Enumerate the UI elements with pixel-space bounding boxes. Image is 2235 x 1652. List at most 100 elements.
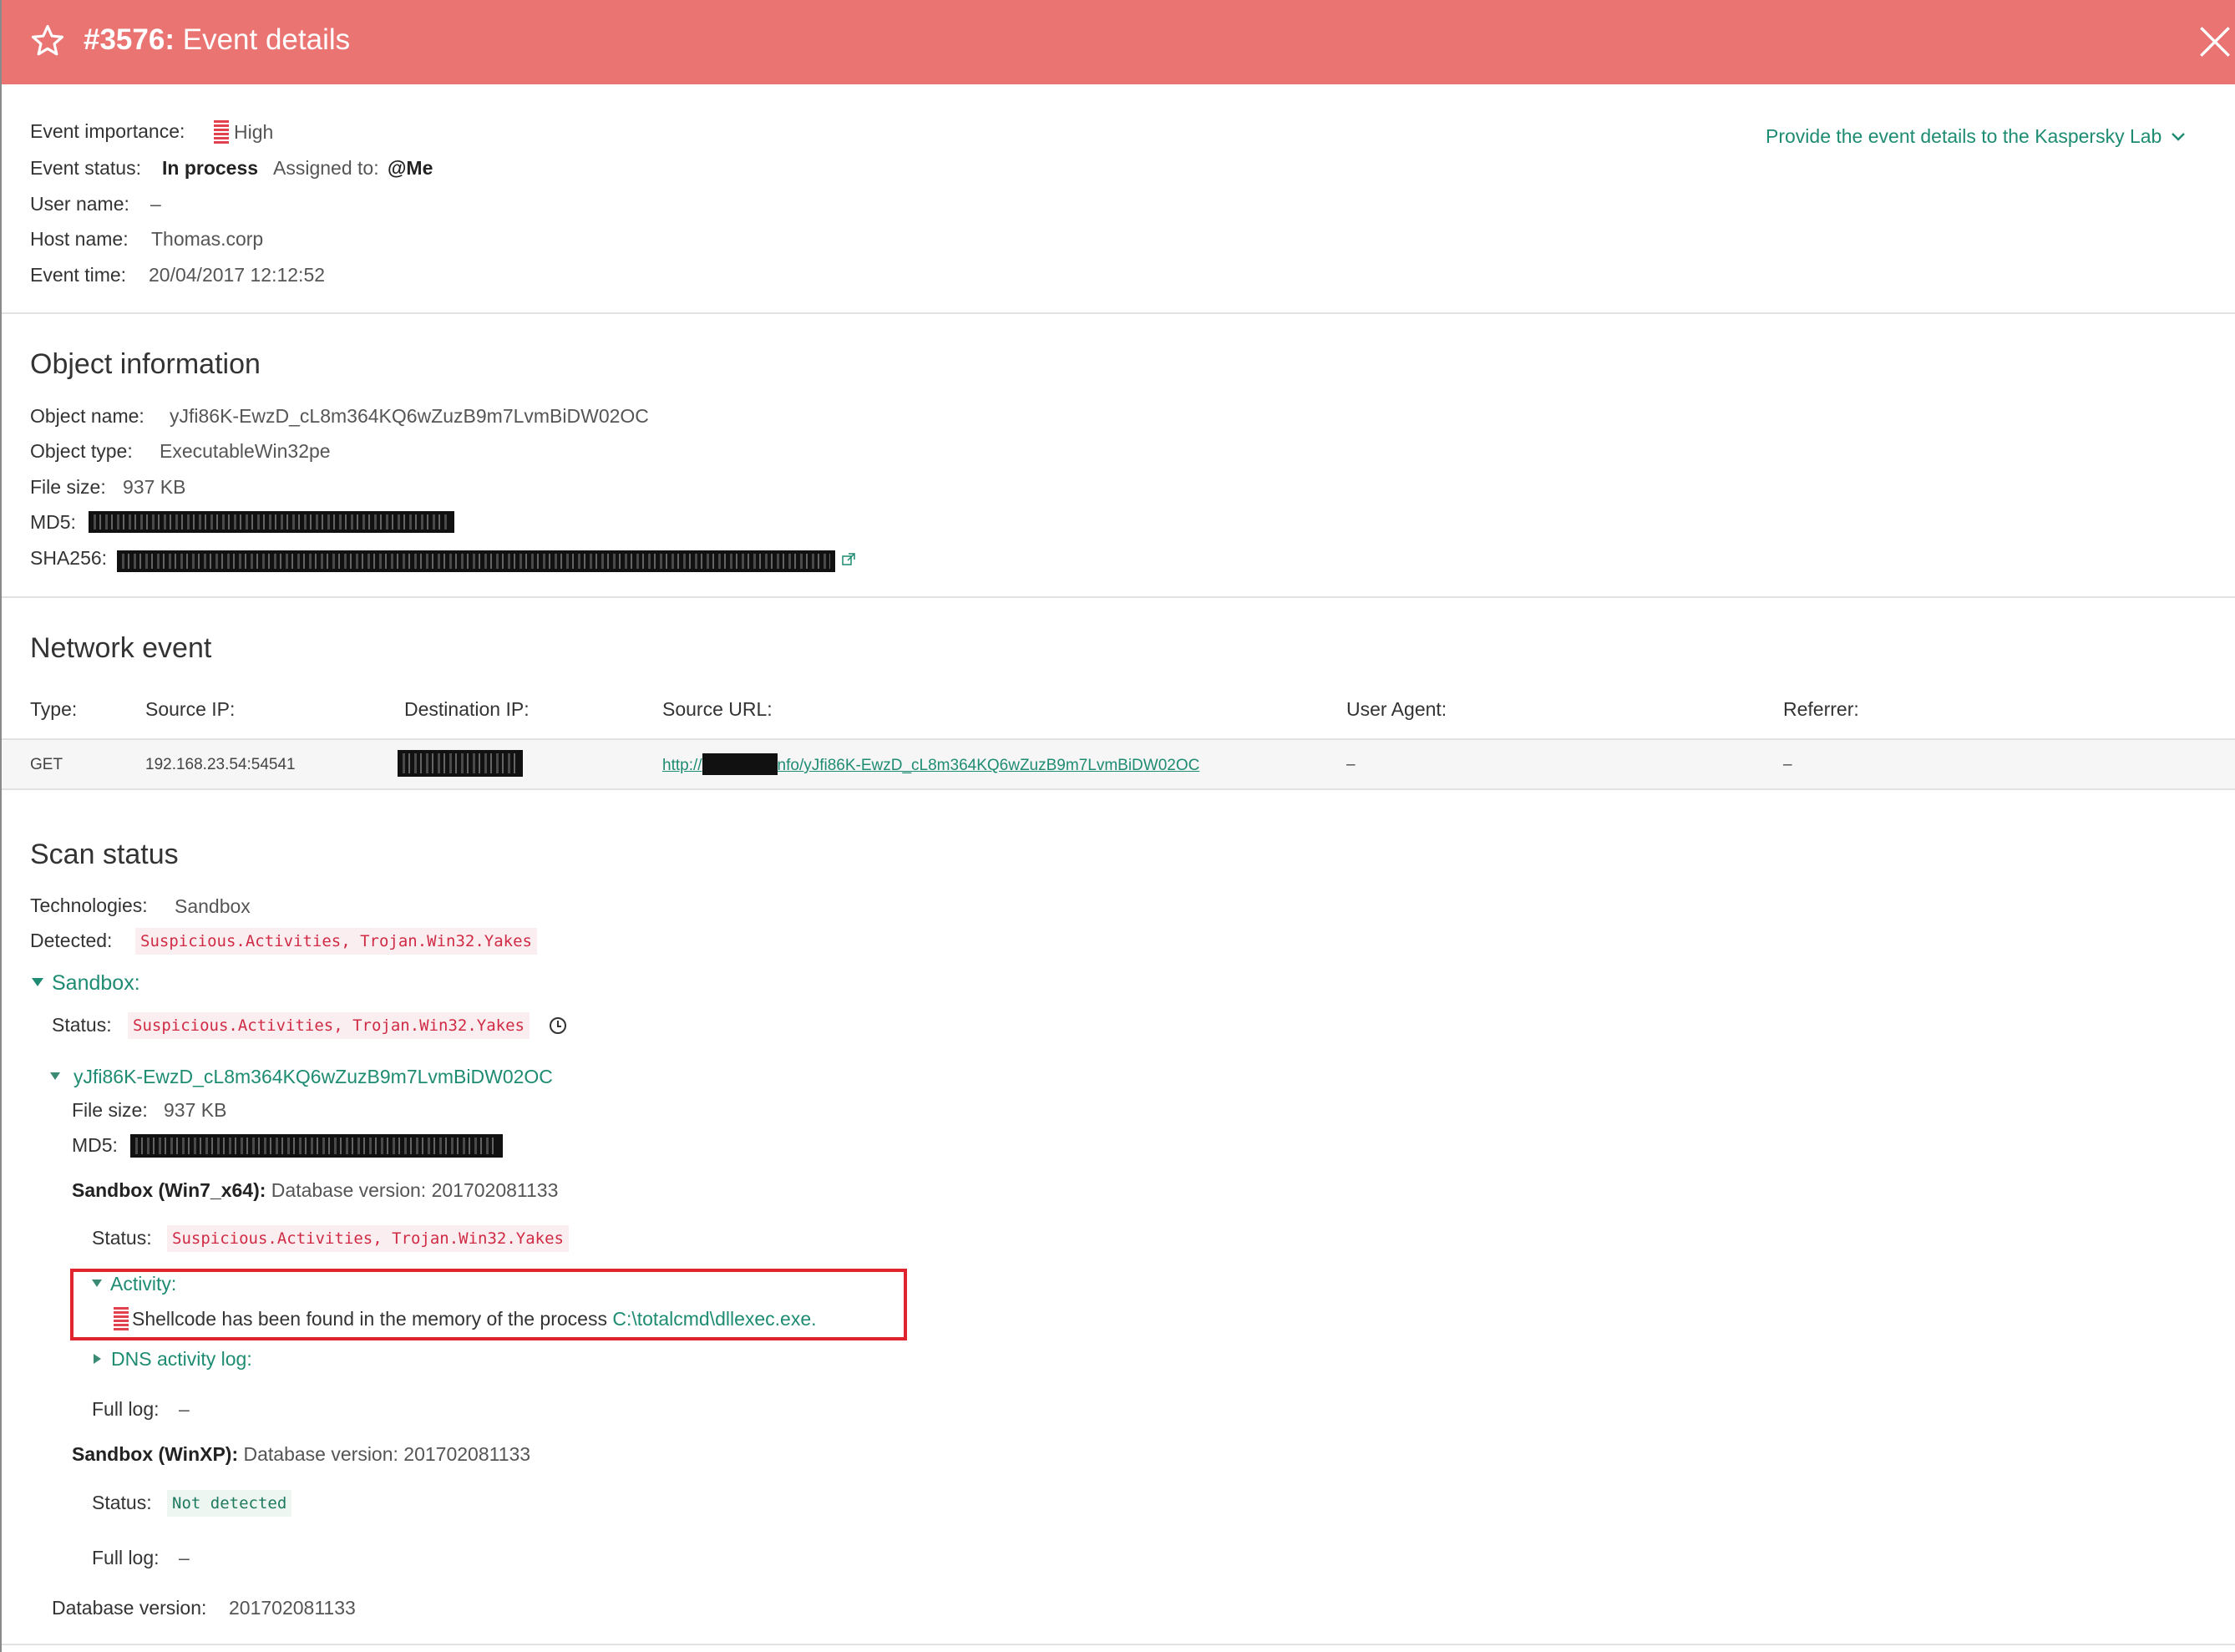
file-node-name: yJfi86K-EwzD_cL8m364KQ6wZuzB9m7LvmBiDW02… (73, 1066, 553, 1087)
win7-status-badge: Suspicious.Activities, Trojan.Win32.Yake… (167, 1225, 569, 1252)
external-link-icon[interactable] (842, 553, 855, 566)
column-header-destination-ip: Destination IP: (404, 698, 530, 720)
column-header-type: Type: (30, 698, 78, 720)
event-number: #3576: (84, 23, 175, 56)
url-suffix: nfo/yJfi86K-EwzD_cL8m364KQ6wZuzB9m7LvmBi… (777, 757, 1200, 774)
user-name-label: User name: (30, 193, 129, 215)
event-title-text: Event details (182, 23, 351, 56)
object-name-label: Object name: (30, 405, 144, 427)
user-name-value: – (150, 193, 161, 215)
activity-process-path[interactable]: C:\totalcmd\dllexec.exe. (612, 1308, 816, 1330)
assigned-value[interactable]: @Me (388, 157, 433, 180)
importance-label: Event importance: (30, 120, 185, 142)
star-outline-icon[interactable] (30, 23, 65, 58)
triangle-down-icon (92, 1280, 102, 1287)
file-size-value: 937 KB (123, 476, 186, 498)
provide-details-link[interactable]: Provide the event details to the Kaspers… (1766, 125, 2186, 148)
event-details-dialog: #3576: Event details Event importance: H… (0, 0, 2235, 1652)
sandbox-md5-label: MD5: (72, 1134, 118, 1156)
win7-full-log-value: – (179, 1398, 190, 1420)
close-icon[interactable] (2198, 25, 2232, 58)
url-redacted (702, 753, 778, 775)
technologies-value: Sandbox (175, 895, 251, 917)
object-type-value: ExecutableWin32pe (160, 440, 331, 462)
winxp-sandbox-name: Sandbox (WinXP): (72, 1443, 239, 1465)
activity-toggle[interactable]: Activity: (92, 1273, 176, 1295)
divider (2, 596, 2235, 598)
column-header-user-agent: User Agent: (1346, 698, 1447, 720)
divider (2, 312, 2235, 314)
sandbox-status-label: Status: (52, 1014, 112, 1036)
url-prefix: http:// (662, 757, 702, 774)
sandbox-file-size-value: 937 KB (164, 1099, 227, 1121)
importance-text: High (234, 121, 274, 143)
source-url-link[interactable]: http:// nfo/yJfi86K-EwzD_cL8m364KQ6wZuzB9… (662, 753, 1199, 775)
sandbox-section-toggle[interactable]: Sandbox: (32, 971, 140, 996)
winxp-full-log-value: – (179, 1547, 190, 1568)
dialog-title: #3576: Event details (84, 23, 350, 57)
importance-high-icon (214, 120, 229, 144)
status-value[interactable]: In process (162, 157, 258, 180)
detected-label: Detected: (30, 930, 113, 951)
sandbox-status-badge: Suspicious.Activities, Trojan.Win32.Yake… (128, 1012, 530, 1039)
md5-redacted (89, 511, 454, 533)
triangle-down-icon (32, 978, 43, 986)
column-header-source-url: Source URL: (662, 698, 773, 720)
triangle-down-icon (50, 1072, 60, 1080)
sha256-redacted (117, 550, 835, 572)
scan-status-heading: Scan status (30, 839, 179, 870)
object-name-value: yJfi86K-EwzD_cL8m364KQ6wZuzB9m7LvmBiDW02… (170, 405, 649, 427)
severity-high-icon (114, 1307, 129, 1330)
importance-value: High (214, 120, 273, 144)
win7-status-label: Status: (92, 1227, 152, 1249)
event-time-label: Event time: (30, 264, 127, 286)
activity-item: Shellcode has been found in the memory o… (114, 1307, 817, 1330)
win7-sandbox-name: Sandbox (Win7_x64): (72, 1179, 266, 1201)
winxp-status-badge: Not detected (167, 1490, 292, 1517)
winxp-db-version: Database version: 201702081133 (243, 1443, 531, 1465)
cell-referrer: – (1783, 756, 1792, 773)
activity-label: Activity: (110, 1273, 177, 1295)
column-header-referrer: Referrer: (1783, 698, 1859, 720)
sha256-label: SHA256: (30, 547, 108, 569)
dialog-header: #3576: Event details (2, 0, 2235, 84)
detected-verdict-badge: Suspicious.Activities, Trojan.Win32.Yake… (135, 928, 537, 955)
sandbox-md5-redacted (130, 1134, 503, 1158)
winxp-sandbox-title: Sandbox (WinXP): Database version: 20170… (72, 1443, 530, 1466)
winxp-status-label: Status: (92, 1492, 152, 1513)
chevron-down-icon (2171, 133, 2185, 141)
activity-text: Shellcode has been found in the memory o… (132, 1308, 607, 1330)
database-version-label: Database version: (52, 1597, 207, 1619)
md5-label: MD5: (30, 511, 76, 533)
file-node-toggle[interactable]: yJfi86K-EwzD_cL8m364KQ6wZuzB9m7LvmBiDW02… (50, 1066, 553, 1088)
object-type-label: Object type: (30, 440, 133, 462)
host-name-label: Host name: (30, 228, 129, 250)
win7-db-version: Database version: 201702081133 (271, 1179, 559, 1201)
column-header-source-ip: Source IP: (145, 698, 236, 720)
table-row: GET 192.168.23.54:54541 http:// nfo/yJfi8… (2, 738, 2235, 790)
provide-details-text: Provide the event details to the Kaspers… (1766, 125, 2162, 147)
cell-source-ip: 192.168.23.54:54541 (145, 756, 296, 773)
dns-log-toggle[interactable]: DNS activity log: (94, 1348, 252, 1371)
cell-user-agent: – (1346, 756, 1356, 773)
event-time-value: 20/04/2017 12:12:52 (149, 264, 326, 286)
file-size-label: File size: (30, 476, 106, 498)
win7-sandbox-title: Sandbox (Win7_x64): Database version: 20… (72, 1179, 558, 1202)
database-version-value: 201702081133 (229, 1597, 356, 1619)
sandbox-section-label: Sandbox: (52, 971, 140, 995)
triangle-right-icon (94, 1354, 101, 1364)
technologies-label: Technologies: (30, 894, 148, 916)
destination-ip-redacted (398, 750, 523, 777)
assigned-label: Assigned to: (273, 157, 379, 179)
object-info-heading: Object information (30, 348, 261, 380)
status-label: Event status: (30, 157, 141, 179)
clock-icon[interactable] (550, 1017, 566, 1034)
dns-log-label: DNS activity log: (111, 1348, 252, 1370)
network-event-heading: Network event (30, 632, 212, 664)
win7-full-log-label: Full log: (92, 1398, 160, 1420)
winxp-full-log-label: Full log: (92, 1547, 160, 1568)
divider (2, 1644, 2235, 1645)
cell-type: GET (30, 756, 63, 773)
host-name-value: Thomas.corp (151, 228, 264, 250)
sandbox-file-size-label: File size: (72, 1099, 148, 1121)
